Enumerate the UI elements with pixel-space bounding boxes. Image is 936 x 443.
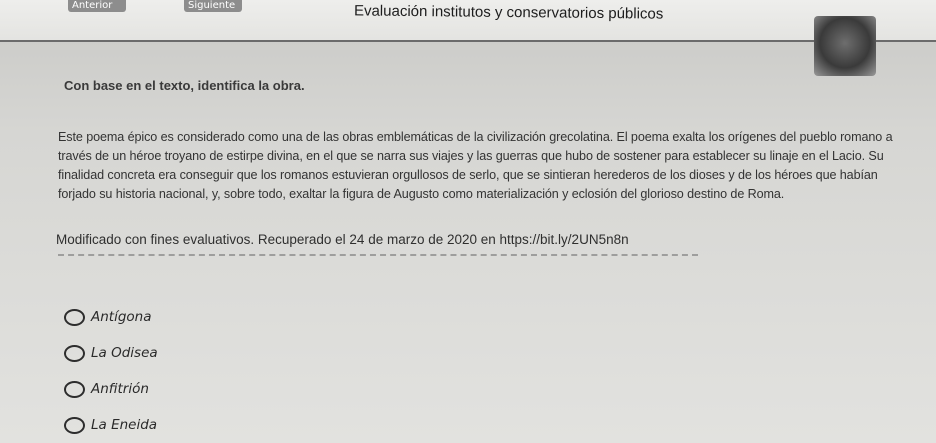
page-title: Evaluación institutos y conservatorios p…	[353, 2, 664, 23]
question-instruction: Con base en el texto, identifica la obra…	[64, 78, 305, 93]
option-label: La Eneida	[91, 417, 158, 433]
question-passage: Este poema épico es considerado como una…	[58, 130, 893, 201]
option-label: La Odisea	[91, 345, 158, 361]
option-anfitrion[interactable]: Anfitrión	[64, 377, 149, 401]
option-label: Antígona	[91, 309, 152, 325]
passage-source: Modificado con fines evaluativos. Recupe…	[56, 232, 629, 247]
user-avatar	[814, 16, 876, 76]
divider	[58, 254, 698, 264]
radio-icon[interactable]	[64, 308, 85, 326]
radio-icon[interactable]	[64, 344, 85, 362]
radio-icon[interactable]	[64, 380, 85, 398]
option-antigona[interactable]: Antígona	[64, 305, 152, 329]
previous-button[interactable]: Anterior	[68, 0, 126, 12]
next-button[interactable]: Siguiente	[184, 0, 242, 12]
option-la-eneida[interactable]: La Eneida	[64, 413, 157, 437]
top-bar: Anterior Siguiente Evaluación institutos…	[0, 0, 936, 42]
option-la-odisea[interactable]: La Odisea	[64, 341, 158, 365]
radio-icon[interactable]	[64, 416, 85, 434]
option-label: Anfitrión	[91, 381, 149, 397]
